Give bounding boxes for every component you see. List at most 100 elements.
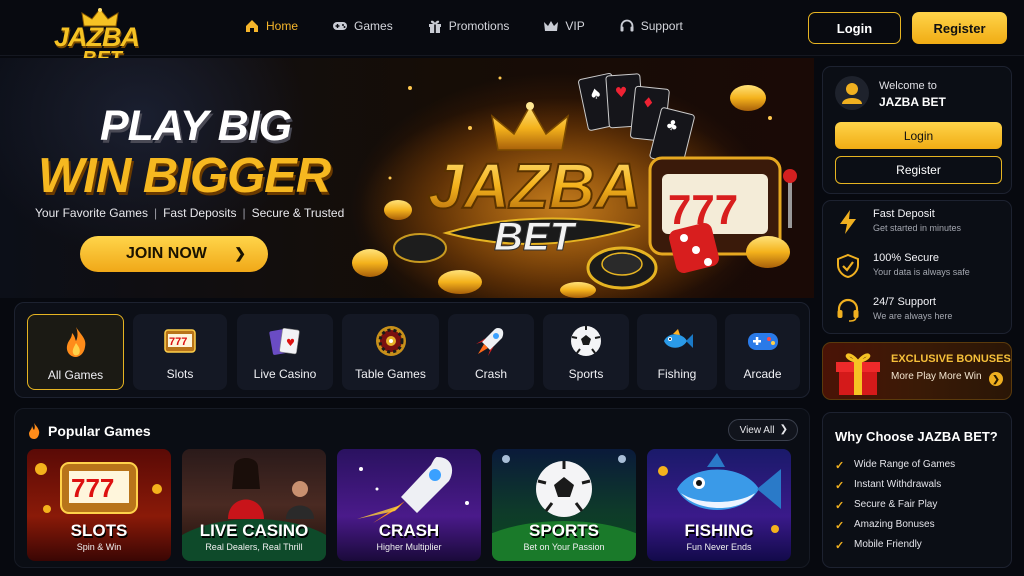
chevron-right-icon: ❯ (989, 372, 1003, 386)
category-fishing[interactable]: Fishing (637, 314, 717, 390)
nav-item-label: Games (354, 19, 393, 33)
category-label: Live Casino (253, 367, 317, 381)
game-card-live-casino[interactable]: LIVE CASINO Real Dealers, Real Thrill (182, 449, 326, 561)
game-card-subtitle: Bet on Your Passion (523, 542, 605, 552)
category-label: Table Games (355, 367, 426, 381)
check-icon: ✓ (835, 480, 845, 492)
popular-games-title: Popular Games (48, 423, 151, 439)
chevron-right-icon: ❯ (779, 424, 788, 435)
game-card-title: SLOTS (70, 521, 128, 540)
svg-text:♦: ♦ (641, 95, 655, 112)
category-live-casino[interactable]: ♥ Live Casino (237, 314, 333, 390)
category-table-games[interactable]: Table Games (342, 314, 439, 390)
bonus-title: EXCLUSIVE BONUSES (891, 353, 1011, 365)
feature-title: 24/7 Support (873, 296, 936, 308)
nav-item-games[interactable]: Games (332, 18, 393, 34)
game-card-subtitle: Fun Never Ends (686, 542, 752, 552)
list-item: ✓ Instant Withdrawals (835, 479, 955, 499)
headset-icon (837, 298, 859, 322)
playing-cards-icon: ♥ (269, 327, 300, 355)
view-all-button[interactable]: View All ❯ (728, 419, 798, 441)
list-item-label: Mobile Friendly (854, 539, 922, 550)
svg-text:♥: ♥ (286, 338, 295, 349)
game-card-subtitle: Real Dealers, Real Thrill (205, 542, 303, 552)
feature-title: 100% Secure (873, 252, 940, 264)
hero-art-logo-secondary: BET (494, 215, 578, 259)
check-icon: ✓ (835, 520, 845, 532)
category-sports[interactable]: Sports (543, 314, 629, 390)
gift-icon (428, 20, 441, 33)
game-card-sports[interactable]: SPORTS Bet on Your Passion (492, 449, 636, 561)
svg-text:777: 777 (71, 473, 114, 503)
welcome-panel: Welcome to JAZBA BET Login Register (822, 66, 1012, 194)
rocket-icon (476, 328, 504, 356)
category-arcade[interactable]: Arcade (725, 314, 800, 390)
exclusive-bonuses-banner[interactable]: EXCLUSIVE BONUSES More Play More Win ❯ (822, 342, 1012, 400)
game-card-slots[interactable]: 777 SLOTS Spin & Win (27, 449, 171, 561)
header-register-button[interactable]: Register (912, 12, 1007, 44)
svg-text:♥: ♥ (614, 85, 628, 102)
category-label: Fishing (657, 367, 697, 381)
nav-item-label: VIP (565, 19, 585, 33)
game-card-subtitle: Spin & Win (76, 542, 122, 552)
game-card-title: CRASH (378, 521, 440, 540)
hero-art-logo-primary: JAZBA (428, 150, 641, 222)
nav-item-promotions[interactable]: Promotions (427, 18, 509, 34)
game-card-title: SPORTS (529, 521, 599, 540)
why-choose-list: ✓ Wide Range of Games ✓ Instant Withdrawal… (835, 459, 955, 559)
flame-icon (66, 327, 85, 357)
feature-subtitle: Your data is always safe (873, 267, 970, 277)
popular-games-section: Popular Games View All ❯ 777 SLOTS Spin … (14, 408, 810, 568)
list-item-label: Amazing Bonuses (854, 519, 935, 530)
roulette-icon (375, 326, 406, 356)
category-label: Crash (474, 367, 507, 381)
list-item: ✓ Amazing Bonuses (835, 519, 955, 539)
view-all-label: View All (739, 424, 775, 436)
header-login-button[interactable]: Login (808, 12, 901, 44)
hero-tagline: Your Favorite Games | Fast Deposits | Secure… (35, 206, 345, 220)
hero-tagline-item: Fast Deposits (163, 206, 237, 220)
why-choose-panel: Why Choose JAZBA BET? ✓ Wide Range of Gam… (822, 412, 1012, 568)
hero-banner[interactable]: PLAY BIG WIN BIGGER Your Favorite Games |… (0, 58, 814, 298)
welcome-greeting: Welcome to (879, 80, 937, 92)
hero-headline-line1: PLAY BIG (100, 102, 292, 150)
join-now-button[interactable]: JOIN NOW ❯ (80, 236, 268, 272)
category-crash[interactable]: Crash (448, 314, 534, 390)
nav-item-support[interactable]: Support (619, 18, 683, 34)
hero-artwork: ♠ ♥ ♦ ♣ JAZBA BET 777 (352, 72, 797, 298)
feature-title: Fast Deposit (873, 208, 935, 220)
gift-box-icon (836, 353, 880, 395)
category-label: All Games (47, 368, 104, 382)
list-item: ✓ Mobile Friendly (835, 539, 955, 559)
soccer-ball-icon (571, 326, 601, 356)
sidebar-register-button[interactable]: Register (835, 156, 1002, 184)
join-now-label: JOIN NOW (126, 245, 207, 262)
category-label: Slots (166, 367, 194, 381)
list-item-label: Instant Withdrawals (854, 479, 942, 490)
category-label: Arcade (743, 367, 782, 381)
list-item: ✓ Wide Range of Games (835, 459, 955, 479)
arcade-controller-icon (747, 333, 778, 350)
category-slots[interactable]: 777 Slots (133, 314, 227, 390)
hero-tagline-item: Secure & Trusted (251, 206, 345, 220)
game-card-title: FISHING (684, 521, 754, 540)
features-panel: Fast Deposit Get started in minutes 100%… (822, 200, 1012, 334)
headset-icon (620, 19, 634, 32)
bonus-subtitle: More Play More Win (891, 371, 982, 382)
why-choose-title: Why Choose JAZBA BET? (835, 429, 998, 444)
list-item-label: Secure & Fair Play (854, 499, 938, 510)
game-card-crash[interactable]: CRASH Higher Multiplier (337, 449, 481, 561)
nav-item-label: Support (640, 19, 683, 33)
lightning-icon (840, 210, 856, 234)
feature-fast-deposit: Fast Deposit Get started in minutes (835, 207, 1005, 241)
sidebar-login-button[interactable]: Login (835, 122, 1002, 149)
nav-item-home[interactable]: Home (244, 18, 298, 34)
nav-item-label: Home (266, 19, 299, 33)
feature-support: 24/7 Support We are always here (835, 295, 1005, 329)
nav-item-vip[interactable]: VIP (543, 18, 585, 34)
game-card-fishing[interactable]: FISHING Fun Never Ends (647, 449, 791, 561)
gamepad-icon (333, 22, 348, 30)
feature-subtitle: We are always here (873, 311, 953, 321)
game-card-title: LIVE CASINO (199, 521, 309, 540)
category-all-games[interactable]: All Games (27, 314, 124, 390)
